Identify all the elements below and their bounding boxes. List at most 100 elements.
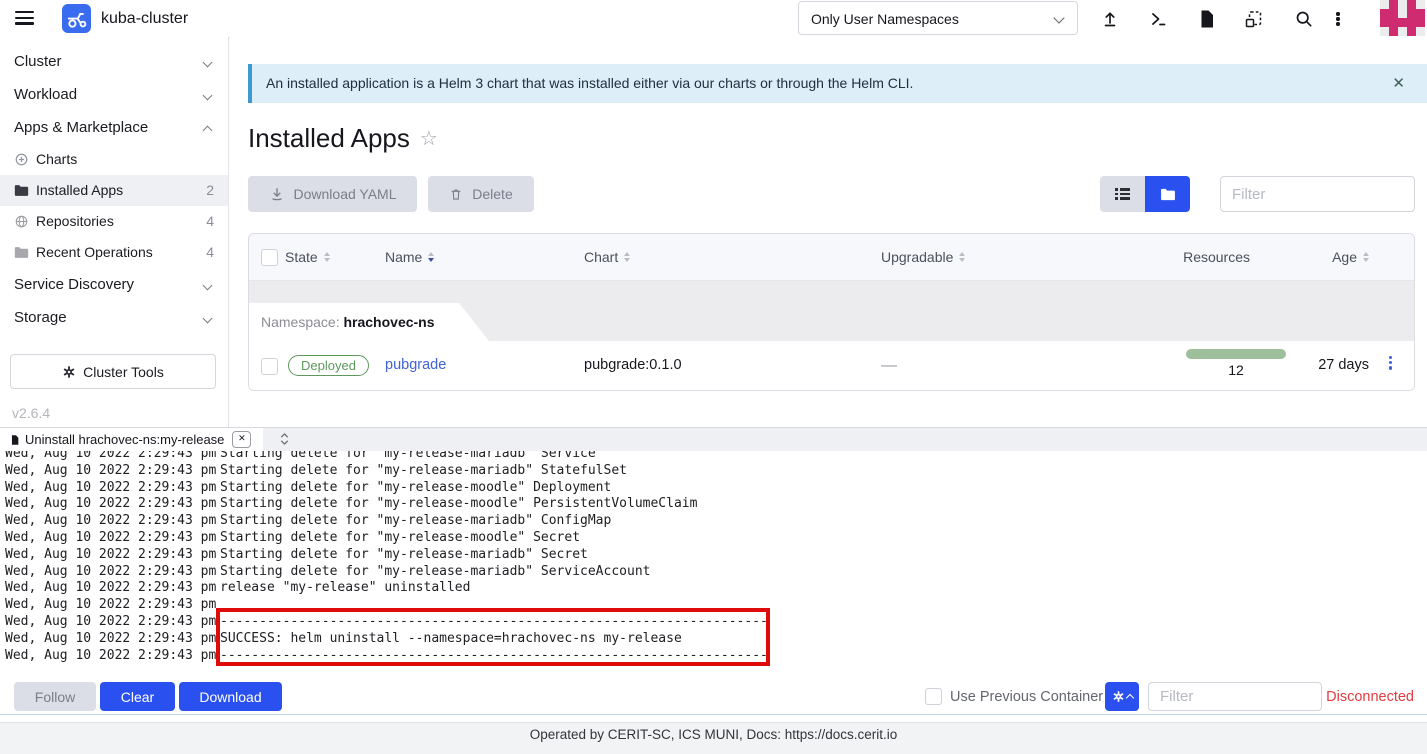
sort-icon: [324, 252, 330, 263]
log-line: Wed, Aug 10 2022 2:29:43 pmStarting dele…: [5, 564, 1427, 581]
terminal-tab[interactable]: Uninstall hrachovec-ns:my-release ✕: [0, 428, 263, 451]
sidebar-item-workload[interactable]: Workload: [0, 78, 228, 111]
terminal-controls: Follow Clear Download Use Previous Conta…: [0, 679, 1427, 715]
gear-icon: [1112, 690, 1125, 703]
globe-icon: [14, 214, 29, 229]
kebab-menu-icon[interactable]: [1327, 8, 1349, 30]
scooter-logo-icon: [66, 8, 88, 30]
column-header-age[interactable]: Age: [1250, 249, 1369, 265]
circle-plus-icon: [14, 152, 29, 167]
item-count: 2: [206, 175, 214, 206]
delete-button[interactable]: Delete: [428, 176, 534, 212]
user-avatar[interactable]: [1380, 0, 1427, 36]
copy-kubeconfig-icon[interactable]: [1243, 8, 1265, 30]
terminal-settings-button[interactable]: [1105, 682, 1139, 711]
terminal-panel: Uninstall hrachovec-ns:my-release ✕ Wed,…: [0, 427, 1427, 754]
hamburger-menu-icon[interactable]: [15, 11, 34, 25]
row-checkbox[interactable]: [261, 358, 278, 375]
clear-button[interactable]: Clear: [100, 682, 175, 711]
download-icon: [269, 186, 285, 202]
chevron-down-icon: [203, 91, 213, 101]
upload-icon[interactable]: [1099, 8, 1121, 30]
download-button[interactable]: Download: [179, 682, 282, 711]
sidebar-item-charts[interactable]: Charts: [0, 144, 228, 175]
close-icon[interactable]: ✕: [1392, 64, 1405, 103]
sort-icon: [624, 252, 630, 263]
item-count: 4: [206, 237, 214, 268]
status-badge: Deployed: [288, 355, 369, 376]
list-view-button[interactable]: [1100, 176, 1145, 212]
chart-cell: pubgrade:0.1.0: [584, 357, 682, 373]
sidebar-item-repositories[interactable]: Repositories 4: [0, 206, 228, 237]
chevron-down-icon: [203, 58, 213, 68]
download-yaml-button[interactable]: Download YAML: [248, 176, 417, 212]
age-cell: 27 days: [1269, 357, 1369, 373]
table-row: Deployed pubgrade pubgrade:0.1.0 — 12 27…: [249, 341, 1414, 391]
rancher-logo[interactable]: [62, 4, 91, 33]
item-count: 4: [206, 206, 214, 237]
list-icon: [1115, 186, 1130, 202]
log-line: Wed, Aug 10 2022 2:29:43 pmSUCCESS: helm…: [5, 631, 1427, 648]
sort-icon: [959, 252, 965, 263]
namespace-group-row: Namespace: hrachovec-ns: [249, 281, 1414, 341]
chevron-down-icon: [203, 281, 213, 291]
identicon: [1380, 0, 1425, 36]
log-line: Wed, Aug 10 2022 2:29:43 pmStarting dele…: [5, 513, 1427, 530]
folder-icon: [1160, 188, 1176, 201]
panel-resize-icon[interactable]: [278, 431, 291, 452]
select-all-checkbox[interactable]: [261, 249, 278, 266]
folder-icon: [14, 246, 29, 259]
view-toggle: [1100, 176, 1190, 212]
column-header-resources: Resources: [1111, 249, 1250, 265]
log-line: Wed, Aug 10 2022 2:29:43 pmrelease "my-r…: [5, 580, 1427, 597]
column-header-name[interactable]: Name: [385, 249, 584, 265]
close-tab-icon[interactable]: ✕: [232, 431, 251, 448]
log-line: Wed, Aug 10 2022 2:29:43 pmStarting dele…: [5, 463, 1427, 480]
page-title: Installed Apps ☆: [248, 123, 438, 154]
log-line: Wed, Aug 10 2022 2:29:43 pmStarting dele…: [5, 451, 1427, 463]
column-header-chart[interactable]: Chart: [584, 249, 881, 265]
use-previous-container-checkbox[interactable]: [925, 688, 942, 705]
row-kebab-menu-icon[interactable]: [1389, 354, 1392, 371]
file-icon: [10, 434, 20, 446]
log-line: Wed, Aug 10 2022 2:29:43 pmStarting dele…: [5, 530, 1427, 547]
chevron-up-icon: [203, 126, 213, 136]
chevron-up-icon: [1125, 694, 1133, 702]
cluster-tools-button[interactable]: Cluster Tools: [10, 354, 216, 389]
sidebar-item-apps-marketplace[interactable]: Apps & Marketplace: [0, 111, 228, 144]
rancher-app: kuba-cluster Only User Namespaces: [0, 0, 1427, 754]
search-icon[interactable]: [1293, 8, 1315, 30]
apps-filter-input[interactable]: [1220, 176, 1415, 212]
kubeconfig-file-icon[interactable]: [1196, 8, 1218, 30]
sidebar-item-storage[interactable]: Storage: [0, 301, 228, 334]
column-header-upgradable[interactable]: Upgradable: [881, 249, 1111, 265]
sidebar-item-recent-operations[interactable]: Recent Operations 4: [0, 237, 228, 268]
installed-apps-table: State Name Chart Upgradable Resources: [248, 233, 1415, 391]
log-line: Wed, Aug 10 2022 2:29:43 pm-------------…: [5, 648, 1427, 665]
kubectl-shell-icon[interactable]: [1147, 8, 1169, 30]
sidebar-item-service-discovery[interactable]: Service Discovery: [0, 268, 228, 301]
sidebar: Cluster Workload Apps & Marketplace Char…: [0, 37, 229, 427]
favorite-star-icon[interactable]: ☆: [420, 126, 438, 151]
sort-icon: [1363, 252, 1369, 263]
sort-icon: [428, 252, 434, 263]
sidebar-item-installed-apps[interactable]: Installed Apps 2: [0, 175, 228, 206]
log-line: Wed, Aug 10 2022 2:29:43 pmStarting dele…: [5, 496, 1427, 513]
namespace-filter-select[interactable]: Only User Namespaces: [798, 1, 1078, 35]
sidebar-item-cluster[interactable]: Cluster: [0, 45, 228, 78]
upgradable-cell: —: [881, 357, 897, 375]
log-line: Wed, Aug 10 2022 2:29:43 pm: [5, 597, 1427, 614]
follow-button[interactable]: Follow: [14, 682, 96, 711]
footer: Operated by CERIT-SC, ICS MUNI, Docs: ht…: [0, 722, 1427, 754]
gear-icon: [62, 365, 76, 379]
chevron-down-icon: [203, 314, 213, 324]
folder-view-button[interactable]: [1145, 176, 1190, 212]
terminal-log: Wed, Aug 10 2022 2:29:43 pmStarting dele…: [0, 451, 1427, 676]
app-name-link[interactable]: pubgrade: [385, 357, 446, 373]
log-filter-input[interactable]: [1148, 682, 1322, 711]
info-banner: An installed application is a Helm 3 cha…: [248, 64, 1427, 103]
chevron-down-icon: [1053, 12, 1064, 23]
namespace-tab: Namespace: hrachovec-ns: [249, 303, 489, 341]
column-header-state[interactable]: State: [285, 249, 385, 265]
rancher-version: v2.6.4: [12, 405, 228, 421]
